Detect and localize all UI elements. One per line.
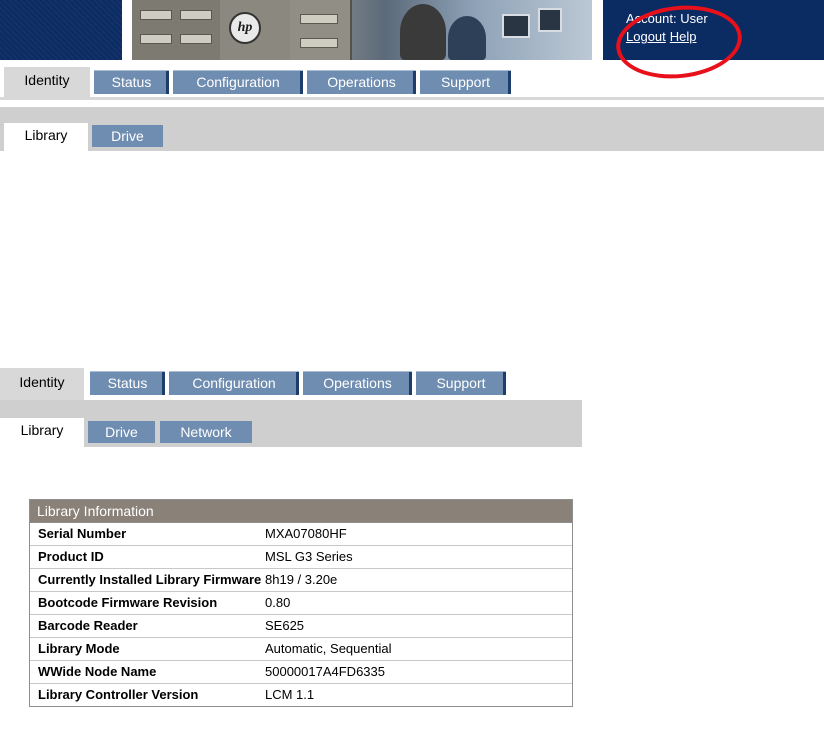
row-label: WWide Node Name [38, 664, 157, 679]
row-label: Barcode Reader [38, 618, 138, 633]
tab-operations-2[interactable]: Operations [303, 371, 412, 395]
help-link[interactable]: Help [670, 29, 697, 44]
subtab-drive[interactable]: Drive [92, 125, 163, 147]
table-row: Product ID MSL G3 Series [30, 545, 572, 568]
row-value: Automatic, Sequential [265, 641, 392, 656]
table-row: WWide Node Name 50000017A4FD6335 [30, 660, 572, 683]
row-label: Product ID [38, 549, 104, 564]
header-left-panel [0, 0, 122, 60]
tab-identity-2[interactable]: Identity [0, 368, 84, 400]
header-banner-image: hp [132, 0, 592, 60]
tab-support[interactable]: Support [420, 70, 511, 94]
subtab-drive-2[interactable]: Drive [88, 421, 155, 443]
row-label: Serial Number [38, 526, 127, 541]
account-label: Account: User [626, 11, 708, 26]
tab-configuration-2[interactable]: Configuration [169, 371, 299, 395]
table-row: Bootcode Firmware Revision 0.80 [30, 591, 572, 614]
library-info-table: Library Information Serial Number MXA0708… [29, 499, 573, 707]
logout-link[interactable]: Logout [626, 29, 666, 44]
row-value: 0.80 [265, 595, 291, 610]
header-links: Logout Help [626, 29, 701, 44]
table-row: Currently Installed Library Firmware 8h19… [30, 568, 572, 591]
subtab-library[interactable]: Library [4, 123, 88, 152]
tab-identity[interactable]: Identity [4, 67, 90, 97]
tab-operations[interactable]: Operations [307, 70, 416, 94]
row-label: Library Controller Version [38, 687, 199, 702]
table-row: Serial Number MXA07080HF [30, 523, 572, 545]
subtab-network[interactable]: Network [160, 421, 252, 443]
row-value: 8h19 / 3.20e [265, 572, 338, 587]
hp-logo: hp [229, 12, 261, 44]
row-value: MSL G3 Series [265, 549, 353, 564]
tab-status[interactable]: Status [94, 70, 169, 94]
row-label: Library Mode [38, 641, 120, 656]
table-row: Library Mode Automatic, Sequential [30, 637, 572, 660]
tab-support-2[interactable]: Support [416, 371, 506, 395]
row-value: SE625 [265, 618, 305, 633]
row-value: MXA07080HF [265, 526, 347, 541]
subtab-library-2[interactable]: Library [0, 418, 84, 447]
library-info-title: Library Information [30, 500, 572, 523]
table-row: Barcode Reader SE625 [30, 614, 572, 637]
row-label: Bootcode Firmware Revision [38, 595, 218, 610]
tab-status-2[interactable]: Status [90, 371, 165, 395]
table-row: Library Controller Version LCM 1.1 [30, 683, 572, 706]
row-label: Currently Installed Library Firmware [38, 572, 262, 587]
row-value: LCM 1.1 [265, 687, 315, 702]
tab-configuration[interactable]: Configuration [173, 70, 303, 94]
row-value: 50000017A4FD6335 [265, 664, 385, 679]
top-tab-underline [0, 97, 824, 100]
